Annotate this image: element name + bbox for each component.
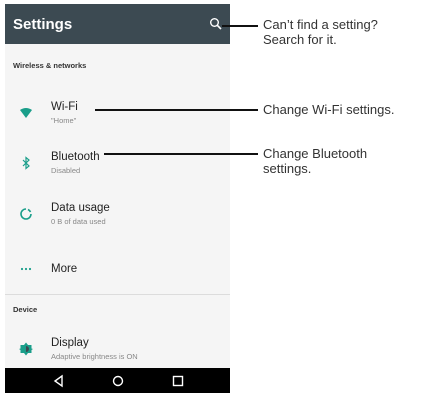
settings-list: Wireless & networks Wi-Fi "Home" Bluetoo… xyxy=(5,44,230,368)
section-header-device: Device xyxy=(13,305,38,314)
bluetooth-icon xyxy=(19,156,33,170)
home-icon[interactable] xyxy=(111,374,125,388)
setting-summary: Adaptive brightness is ON xyxy=(51,352,138,361)
setting-label: Data usage xyxy=(51,202,110,214)
callout-wifi: Change Wi-Fi settings. xyxy=(263,102,395,117)
setting-wifi[interactable]: Wi-Fi "Home" xyxy=(5,98,230,132)
setting-label: Bluetooth xyxy=(51,151,100,163)
setting-display[interactable]: Display Adaptive brightness is ON xyxy=(5,334,230,368)
setting-label: Wi-Fi xyxy=(51,101,78,113)
phone-screen: Settings Wireless & networks Wi-Fi "Home… xyxy=(5,4,230,393)
more-icon xyxy=(19,262,33,276)
setting-summary: 0 B of data used xyxy=(51,217,106,226)
section-header-wireless: Wireless & networks xyxy=(13,61,87,70)
divider xyxy=(5,294,230,295)
setting-summary: Disabled xyxy=(51,166,81,175)
setting-summary: "Home" xyxy=(51,116,77,125)
setting-label: More xyxy=(51,263,78,275)
callout-bluetooth: Change Bluetooth settings. xyxy=(263,146,368,176)
setting-label: Display xyxy=(51,337,89,349)
callout-line-search xyxy=(222,25,258,27)
setting-more[interactable]: More xyxy=(5,254,230,288)
wifi-icon xyxy=(19,106,33,120)
setting-data-usage[interactable]: Data usage 0 B of data used xyxy=(5,199,230,233)
callout-line-wifi xyxy=(95,109,258,111)
callout-search: Can’t find a setting? Search for it. xyxy=(263,17,378,47)
data-usage-icon xyxy=(19,207,33,221)
recents-icon[interactable] xyxy=(171,374,185,388)
search-icon[interactable] xyxy=(209,17,223,31)
app-bar: Settings xyxy=(5,4,230,44)
back-icon[interactable] xyxy=(52,374,66,388)
navigation-bar xyxy=(5,368,230,393)
brightness-icon xyxy=(19,342,33,356)
callout-line-bluetooth xyxy=(104,153,258,155)
page-title: Settings xyxy=(13,16,73,33)
